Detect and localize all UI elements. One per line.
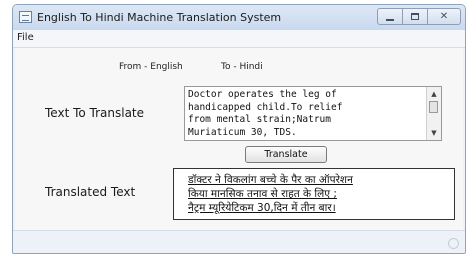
app-window: English To Hindi Machine Translation Sys… — [12, 4, 466, 254]
scroll-up-icon[interactable]: ▲ — [427, 88, 441, 100]
source-text-area[interactable]: Doctor operates the leg of handicapped c… — [184, 86, 442, 141]
window-title: English To Hindi Machine Translation Sys… — [37, 11, 282, 24]
translated-text-label: Translated Text — [45, 185, 136, 199]
main-panel: From - English To - Hindi Text To Transl… — [15, 48, 463, 231]
source-text[interactable]: Doctor operates the leg of handicapped c… — [188, 89, 425, 139]
close-icon: ✕ — [439, 11, 449, 22]
scroll-thumb[interactable] — [429, 101, 438, 113]
translate-button[interactable]: Translate — [245, 146, 327, 163]
close-button[interactable]: ✕ — [427, 8, 461, 25]
vertical-scrollbar[interactable]: ▲ ▼ — [426, 87, 441, 140]
minimize-icon — [386, 18, 394, 21]
target-language-label: To - Hindi — [221, 62, 263, 72]
menu-bar: File — [13, 30, 465, 48]
minimize-button[interactable] — [377, 8, 403, 25]
text-to-translate-label: Text To Translate — [45, 106, 145, 120]
maximize-button[interactable] — [402, 8, 428, 25]
maximize-icon — [411, 13, 419, 20]
status-bar — [13, 230, 465, 253]
resize-grip-icon[interactable] — [448, 238, 459, 249]
scroll-down-icon[interactable]: ▼ — [427, 127, 441, 139]
menu-file[interactable]: File — [17, 32, 34, 43]
source-language-label: From - English — [119, 62, 183, 72]
title-bar[interactable]: English To Hindi Machine Translation Sys… — [13, 5, 465, 30]
translated-text: डॉक्टर ने विकलांग बच्चे के पैर का ऑपरेशन… — [188, 174, 353, 214]
app-icon — [19, 11, 32, 23]
translated-text-area: डॉक्टर ने विकलांग बच्चे के पैर का ऑपरेशन… — [173, 168, 455, 220]
window-controls: ✕ — [377, 8, 461, 26]
